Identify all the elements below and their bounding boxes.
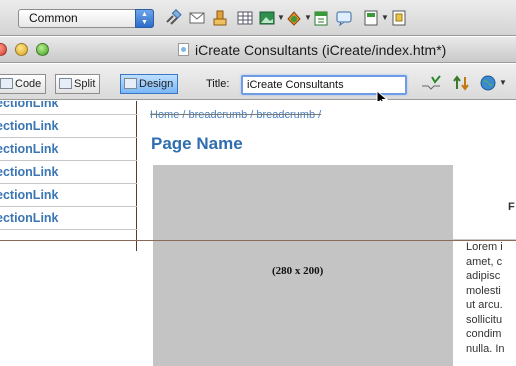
select-arrows-icon: ▲ ▼ <box>135 9 154 28</box>
title-label: Title: <box>206 78 230 90</box>
nav-link-label: ectionLink <box>0 211 59 225</box>
preview-browser-icon[interactable] <box>479 74 497 92</box>
document-toolbar: Code Split Design Title: ▼ <box>0 64 516 100</box>
link-icon[interactable] <box>164 9 182 27</box>
right-table-cell[interactable]: F <box>453 165 516 240</box>
code-view-button[interactable]: Code <box>0 74 47 94</box>
insert-bar: Common ▲ ▼ ▼ ▼ ▼ <box>0 0 516 36</box>
media-dropdown-icon[interactable]: ▼ <box>304 13 312 22</box>
lorem-line: Lorem i <box>466 241 503 253</box>
layout-guide-line <box>0 240 516 241</box>
nav-section-link[interactable]: ectionLink <box>0 184 137 207</box>
nav-link-label: ectionLink <box>0 101 59 110</box>
nav-section-link[interactable]: ectionLink <box>0 207 137 230</box>
split-view-button[interactable]: Split <box>55 74 101 94</box>
date-icon[interactable] <box>312 9 330 27</box>
lorem-text-block[interactable]: Lorem i amet, c adipisc molesti ut arcu.… <box>466 240 516 356</box>
section-nav: ectionLink ectionLink ectionLink ectionL… <box>0 101 137 251</box>
image-placeholder[interactable]: (280 x 200) <box>153 165 453 366</box>
template-dropdown-icon[interactable]: ▼ <box>381 13 389 22</box>
nav-section-link[interactable]: ectionLink <box>0 161 137 184</box>
breadcrumb[interactable]: Home / breadcrumb / breadcrumb / <box>150 109 321 121</box>
code-view-icon <box>0 78 13 89</box>
split-view-icon <box>59 78 72 89</box>
tag-chooser-icon[interactable] <box>390 9 408 27</box>
preview-dropdown-icon[interactable]: ▼ <box>499 78 507 87</box>
html-file-icon <box>178 43 189 56</box>
nav-link-label: ectionLink <box>0 188 59 202</box>
zoom-window-icon[interactable] <box>36 43 49 56</box>
email-icon[interactable] <box>188 9 206 27</box>
insert-category-label: Common <box>29 11 78 25</box>
page-title[interactable]: Page Name <box>151 134 243 154</box>
window-title-text: iCreate Consultants (iCreate/index.htm*) <box>195 42 447 58</box>
insert-category-select[interactable]: Common ▲ ▼ <box>18 9 154 28</box>
image-icon[interactable] <box>258 9 276 27</box>
lorem-line: amet, c <box>466 255 503 268</box>
media-icon[interactable] <box>285 9 303 27</box>
nav-link-label: ectionLink <box>0 142 59 156</box>
minimize-window-icon[interactable] <box>15 43 28 56</box>
document-title-bar: iCreate Consultants (iCreate/index.htm*) <box>0 37 516 63</box>
lorem-line: condim <box>466 328 502 340</box>
file-management-icon[interactable] <box>420 74 442 92</box>
lorem-line: nulla. In <box>466 342 505 355</box>
nav-section-link[interactable]: ectionLink <box>0 138 137 161</box>
design-view-label: Design <box>139 78 174 90</box>
template-icon[interactable] <box>362 9 380 27</box>
nav-section-link[interactable]: ectionLink <box>0 101 137 115</box>
refresh-icon[interactable] <box>452 74 470 92</box>
placeholder-size-label: (280 x 200) <box>272 265 324 277</box>
anchor-icon[interactable] <box>211 9 229 27</box>
table-icon[interactable] <box>236 9 254 27</box>
right-cell-text: F <box>508 201 515 213</box>
image-dropdown-icon[interactable]: ▼ <box>277 13 285 22</box>
comment-icon[interactable] <box>335 9 353 27</box>
lorem-line: adipisc <box>466 270 501 282</box>
lorem-line: ut arcu. <box>466 299 503 311</box>
window-title: iCreate Consultants (iCreate/index.htm*) <box>178 42 446 58</box>
nav-link-label: ectionLink <box>0 119 59 133</box>
lorem-line: sollicitu <box>466 313 503 326</box>
code-view-label: Code <box>15 78 42 90</box>
design-view-icon <box>124 78 137 89</box>
split-view-label: Split <box>74 78 96 90</box>
design-view-button[interactable]: Design <box>120 74 179 94</box>
nav-section-link[interactable]: ectionLink <box>0 115 137 138</box>
lorem-line: molesti <box>466 284 501 297</box>
close-window-icon[interactable] <box>0 43 7 56</box>
design-view: ectionLink ectionLink ectionLink ectionL… <box>0 101 516 366</box>
nav-link-label: ectionLink <box>0 165 59 179</box>
